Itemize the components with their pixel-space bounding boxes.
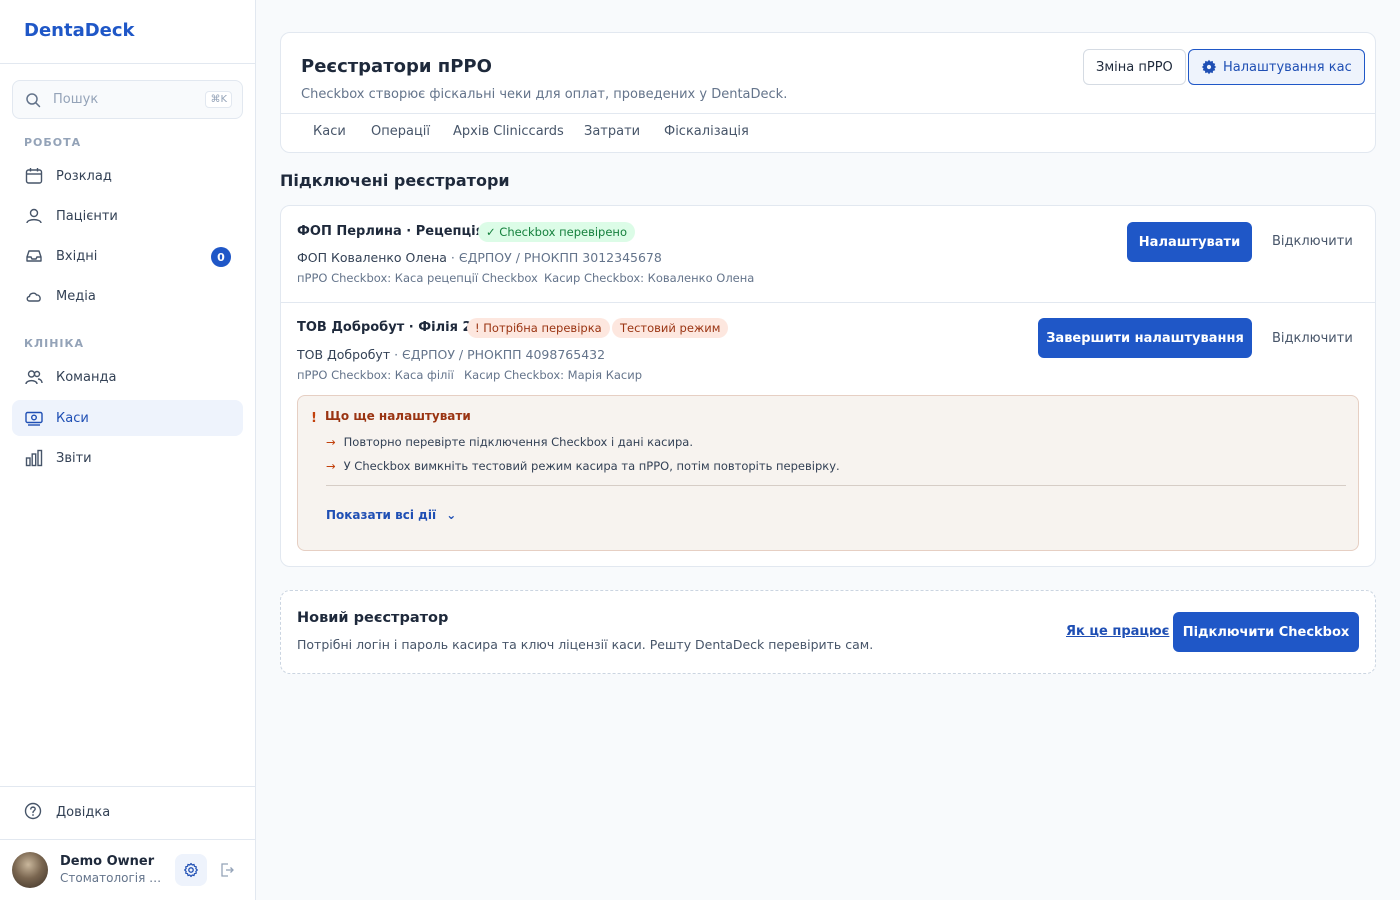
logout-button[interactable]	[215, 854, 239, 886]
sidebar-item-cash-registers[interactable]: Каси	[12, 400, 243, 436]
sidebar-item-inbox[interactable]: Вхідні 0	[12, 238, 243, 274]
gear-icon	[1201, 59, 1217, 75]
users-icon	[26, 208, 42, 224]
divider	[281, 302, 1375, 303]
todo-item-text: У Checkbox вимкніть тестовий режим касир…	[343, 459, 840, 473]
todo-item-text: Повторно перевірте підключення Checkbox …	[343, 435, 693, 449]
page-title: Реєстратори пРРО	[301, 56, 492, 77]
sidebar-item-label: Розклад	[56, 168, 112, 184]
inbox-count-badge: 0	[211, 247, 231, 267]
status-badge-test-mode: Тестовий режим	[612, 318, 729, 338]
registrar-prro: пРРО Checkbox: Каса рецепції Checkbox	[297, 271, 538, 285]
status-badge-needs-check: ! Потрібна перевірка	[467, 318, 610, 338]
connect-checkbox-button[interactable]: Підключити Checkbox	[1173, 612, 1359, 652]
inbox-icon	[26, 250, 42, 262]
todo-item: → У Checkbox вимкніть тестовий режим каси…	[326, 459, 840, 473]
cloud-icon	[26, 292, 41, 302]
show-all-actions-button[interactable]: Показати всі дії ⌄	[326, 508, 456, 522]
registrars-list: ФОП Перлина · Рецепція ✓ Checkbox переві…	[280, 205, 1376, 567]
registrar-owner: ТОВ Добробут · ЄДРПОУ / РНОКПП 409876543…	[297, 347, 605, 362]
registrar-cashier: Касир Checkbox: Коваленко Олена	[544, 271, 755, 285]
sidebar-item-label: Звіти	[56, 450, 92, 466]
brand-logo[interactable]: DentaDeck	[0, 0, 255, 64]
sidebar-item-schedule[interactable]: Розклад	[12, 158, 243, 194]
user-clinic: Стоматологія П...	[60, 871, 164, 885]
sidebar-item-media[interactable]: Медіа	[12, 278, 243, 314]
tab-cash-registers[interactable]: Каси	[313, 124, 346, 139]
search-input[interactable]: Пошук ⌘K	[12, 80, 243, 119]
show-all-label: Показати всі дії	[326, 508, 437, 522]
user-settings-button[interactable]	[175, 854, 207, 886]
search-placeholder: Пошук	[53, 92, 99, 107]
owner-name: ТОВ Добробут	[297, 347, 391, 362]
bar-chart-icon	[25, 449, 43, 467]
sidebar-item-patients[interactable]: Пацієнти	[12, 198, 243, 234]
disconnect-button[interactable]: Відключити	[1272, 331, 1353, 346]
todo-item: → Повторно перевірте підключення Checkbox…	[326, 435, 693, 449]
divider	[0, 839, 255, 840]
calendar-icon	[25, 168, 43, 184]
owner-name: ФОП Коваленко Олена	[297, 250, 447, 265]
warning-icon: !	[311, 411, 317, 426]
page-subtitle: Checkbox створює фіскальні чеки для опла…	[301, 87, 788, 102]
user-name: Demo Owner	[60, 854, 155, 869]
registrar-owner: ФОП Коваленко Олена · ЄДРПОУ / РНОКПП 30…	[297, 250, 662, 265]
cash-settings-label: Налаштування кас	[1223, 59, 1352, 75]
new-registrar-title: Новий реєстратор	[297, 610, 449, 626]
cash-register-icon	[25, 411, 43, 426]
sidebar-item-label: Каси	[56, 410, 89, 426]
setup-todo-panel: ! Що ще налаштувати → Повторно перевірте …	[297, 395, 1359, 551]
tab-cliniccards-archive[interactable]: Архів Cliniccards	[453, 124, 564, 139]
tab-expenses[interactable]: Затрати	[584, 124, 640, 139]
sidebar-item-label: Команда	[56, 369, 117, 385]
tab-fiscalization[interactable]: Фіскалізація	[664, 124, 749, 139]
section-label-work: РОБОТА	[24, 136, 82, 149]
configure-button[interactable]: Налаштувати	[1127, 222, 1252, 262]
sidebar-item-reports[interactable]: Звіти	[12, 440, 243, 476]
registrar-cashier: Касир Checkbox: Марія Касир	[464, 368, 643, 382]
arrow-right-icon: →	[326, 435, 336, 449]
sidebar-item-label: Вхідні	[56, 248, 98, 264]
divider	[0, 786, 255, 787]
status-badge-verified: ✓ Checkbox перевірено	[478, 222, 635, 242]
divider	[281, 113, 1375, 114]
avatar[interactable]	[12, 852, 48, 888]
help-circle-icon	[24, 802, 42, 820]
new-registrar-description: Потрібні логін і пароль касира та ключ л…	[297, 637, 874, 652]
page-header-card: Реєстратори пРРО Checkbox створює фіскал…	[280, 32, 1376, 153]
sidebar-item-help[interactable]: Довідка	[12, 794, 243, 830]
registrar-name: ФОП Перлина · Рецепція	[297, 224, 484, 239]
cash-settings-button[interactable]: Налаштування кас	[1188, 49, 1365, 85]
divider	[326, 485, 1346, 486]
finish-setup-button[interactable]: Завершити налаштування	[1038, 318, 1252, 358]
sidebar: DentaDeck Пошук ⌘K РОБОТА Розклад Пацієн…	[0, 0, 256, 900]
arrow-right-icon: →	[326, 459, 336, 473]
todo-title: Що ще налаштувати	[325, 409, 471, 423]
registrar-name: ТОВ Добробут · Філія 2	[297, 320, 472, 335]
sidebar-item-label: Довідка	[56, 804, 111, 820]
sidebar-item-label: Медіа	[56, 288, 96, 304]
logout-icon	[221, 863, 234, 877]
change-prro-button[interactable]: Зміна пРРО	[1083, 49, 1186, 85]
sidebar-item-team[interactable]: Команда	[12, 359, 243, 395]
how-it-works-link[interactable]: Як це працює	[1066, 624, 1169, 639]
registrar-prro: пРРО Checkbox: Каса філії	[297, 368, 454, 382]
section-title: Підключені реєстратори	[280, 171, 510, 190]
sidebar-item-label: Пацієнти	[56, 208, 118, 224]
chevron-down-icon: ⌄	[446, 508, 457, 522]
search-icon	[26, 92, 41, 107]
section-label-clinic: КЛІНІКА	[24, 337, 85, 350]
search-shortcut: ⌘K	[205, 91, 232, 108]
tax-id: · ЄДРПОУ / РНОКПП 4098765432	[394, 347, 606, 362]
gear-icon	[184, 862, 198, 878]
new-registrar-card: Новий реєстратор Потрібні логін і пароль…	[280, 590, 1376, 674]
tax-id: · ЄДРПОУ / РНОКПП 3012345678	[450, 250, 662, 265]
tab-operations[interactable]: Операції	[371, 124, 430, 139]
disconnect-button[interactable]: Відключити	[1272, 234, 1353, 249]
team-icon	[25, 370, 43, 385]
